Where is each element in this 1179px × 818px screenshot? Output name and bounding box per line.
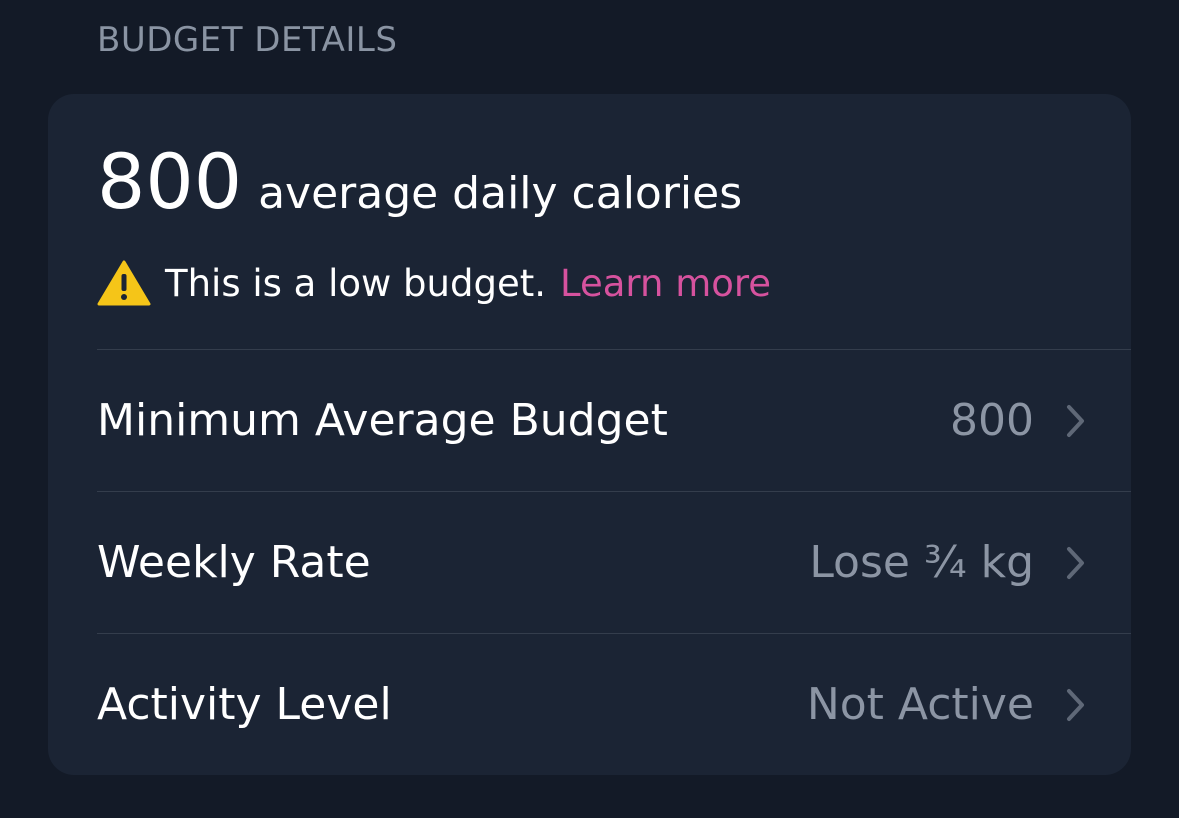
warning-icon [97, 260, 151, 306]
row-weekly-rate[interactable]: Weekly Rate Lose ¾ kg [48, 492, 1131, 633]
learn-more-link[interactable]: Learn more [560, 262, 771, 305]
daily-calories-value: 800 [97, 137, 243, 226]
chevron-right-icon [1067, 688, 1084, 721]
daily-calories-label: average daily calories [258, 168, 743, 219]
row-value: Lose ¾ kg [809, 537, 1034, 588]
row-label: Weekly Rate [97, 537, 371, 588]
row-minimum-average-budget[interactable]: Minimum Average Budget 800 [48, 350, 1131, 491]
row-label: Minimum Average Budget [97, 395, 668, 446]
row-label: Activity Level [97, 679, 392, 730]
section-header: BUDGET DETAILS [97, 20, 398, 60]
chevron-right-icon [1067, 404, 1084, 437]
warning-text: This is a low budget. [165, 261, 547, 305]
chevron-right-icon [1067, 546, 1084, 579]
row-value: Not Active [806, 679, 1034, 730]
budget-details-card: 800 average daily calories This is a low… [48, 94, 1131, 775]
calorie-summary: 800 average daily calories [97, 144, 742, 220]
row-value: 800 [950, 395, 1034, 446]
low-budget-warning: This is a low budget. Learn more [97, 259, 771, 307]
row-activity-level[interactable]: Activity Level Not Active [48, 634, 1131, 775]
